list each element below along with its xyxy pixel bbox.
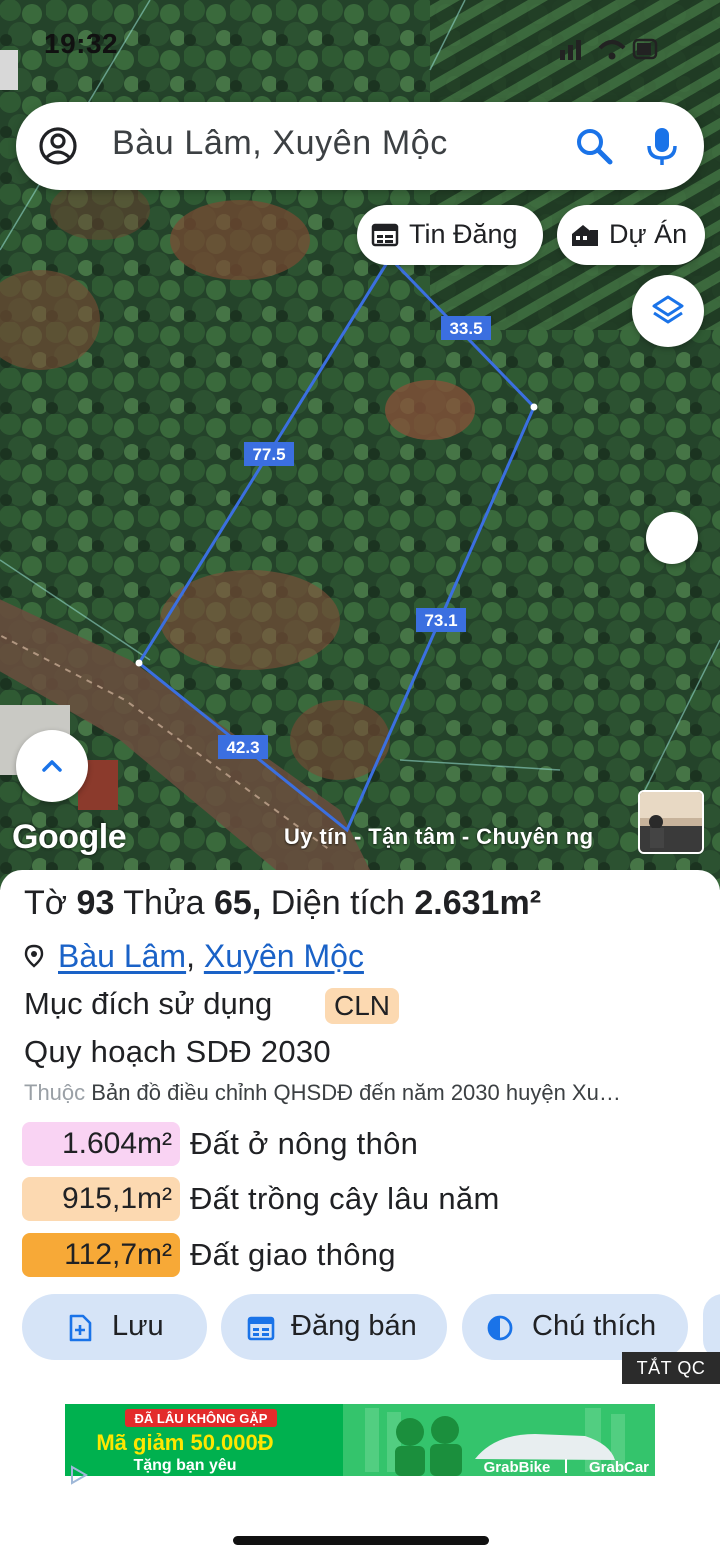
zoning-area: 915,1m² — [22, 1177, 180, 1221]
hide-ads-button[interactable]: TẮT QC — [622, 1352, 720, 1384]
zoning-area: 112,7m² — [22, 1233, 180, 1277]
post-for-sale-label: Đăng bán — [291, 1310, 417, 1342]
location-pin-icon — [24, 944, 44, 968]
plan-source: Thuộc Bản đồ điều chỉnh QHSDĐ đến năm 20… — [24, 1080, 621, 1105]
edge-label-west: 77.5 — [244, 442, 294, 466]
contrast-icon — [487, 1315, 513, 1341]
zoning-area: 1.604m² — [22, 1122, 180, 1166]
google-attribution: Google — [12, 818, 127, 856]
chevron-up-icon — [42, 760, 62, 772]
layers-icon — [652, 295, 684, 324]
svg-text:77.5: 77.5 — [252, 445, 285, 464]
ad-banner[interactable]: ĐÃ LÂU KHÔNG GẶP Mã giảm 50.000Đ Tặng bạ… — [65, 1404, 655, 1476]
ad-choices-icon[interactable] — [68, 1464, 90, 1486]
expand-panel-button[interactable] — [16, 730, 88, 802]
ward-link[interactable]: Bàu Lâm — [58, 938, 186, 974]
legend-button[interactable]: Chú thích — [462, 1294, 688, 1360]
listing-icon — [371, 223, 399, 247]
save-label: Lưu — [112, 1310, 164, 1342]
land-use-label: Mục đích sử dụng — [24, 986, 273, 1021]
listings-chip[interactable]: Tin Đăng — [357, 205, 543, 265]
add-file-icon — [69, 1314, 92, 1342]
district-link[interactable]: Xuyên Mộc — [204, 938, 364, 974]
svg-text:42.3: 42.3 — [226, 738, 259, 757]
thumbnail-image — [640, 792, 702, 852]
ad-ticker-text[interactable]: Uy tín - Tận tâm - Chuyên ng — [284, 824, 640, 850]
status-icons — [560, 38, 658, 60]
save-button[interactable]: Lưu — [22, 1294, 207, 1360]
search-input[interactable]: Bàu Lâm, Xuyên Mộc — [112, 124, 448, 163]
ad-banner-image: ĐÃ LÂU KHÔNG GẶP Mã giảm 50.000Đ Tặng bạ… — [65, 1404, 655, 1476]
svg-text:Mã giảm 50.000Đ: Mã giảm 50.000Đ — [96, 1430, 273, 1455]
parcel-info-panel: Tờ 93 Thửa 65, Diện tích 2.631m² Bàu Lâm… — [0, 870, 720, 1559]
edge-label-east: 73.1 — [416, 608, 466, 632]
more-actions-button[interactable] — [703, 1294, 720, 1360]
home-indicator — [233, 1536, 489, 1545]
calendar-icon — [247, 1316, 275, 1341]
land-use-badge: CLN — [325, 988, 400, 1024]
building-icon — [572, 225, 598, 246]
map-control-button[interactable] — [646, 512, 698, 564]
projects-chip[interactable]: Dự Án — [557, 205, 705, 265]
edge-label-south: 42.3 — [218, 735, 268, 759]
satellite-map[interactable]: 33.5 77.5 73.1 42.3 19:32 Bàu Lâm, Xuyên… — [0, 0, 720, 890]
edge-label-north: 33.5 — [441, 316, 491, 340]
svg-text:GrabBike: GrabBike — [484, 1459, 551, 1476]
status-time: 19:32 — [44, 28, 119, 59]
svg-text:73.1: 73.1 — [424, 611, 457, 630]
legend-label: Chú thích — [532, 1310, 657, 1342]
svg-text:Tặng bạn yêu: Tặng bạn yêu — [133, 1457, 236, 1474]
projects-chip-label: Dự Án — [609, 219, 688, 249]
zoning-label: Đất giao thông — [190, 1237, 396, 1272]
layers-button[interactable] — [632, 275, 704, 347]
account-icon[interactable] — [38, 126, 78, 166]
search-bar[interactable]: Bàu Lâm, Xuyên Mộc — [16, 102, 704, 190]
svg-text:GrabCar: GrabCar — [589, 1459, 649, 1476]
svg-text:33.5: 33.5 — [449, 319, 482, 338]
zoning-label: Đất trồng cây lâu năm — [190, 1181, 500, 1216]
post-for-sale-button[interactable]: Đăng bán — [221, 1294, 447, 1360]
plan-title: Quy hoạch SDĐ 2030 — [24, 1034, 331, 1069]
listings-chip-label: Tin Đăng — [409, 219, 518, 249]
ticker-thumbnail[interactable] — [638, 790, 704, 854]
parcel-title: Tờ 93 Thửa 65, Diện tích 2.631m² — [24, 884, 542, 922]
svg-text:ĐÃ LÂU KHÔNG GẶP: ĐÃ LÂU KHÔNG GẶP — [135, 1411, 268, 1426]
zoning-label: Đất ở nông thôn — [190, 1126, 419, 1161]
search-icon[interactable] — [572, 124, 616, 168]
status-bar: 19:32 — [0, 22, 720, 72]
mic-icon[interactable] — [642, 124, 682, 168]
